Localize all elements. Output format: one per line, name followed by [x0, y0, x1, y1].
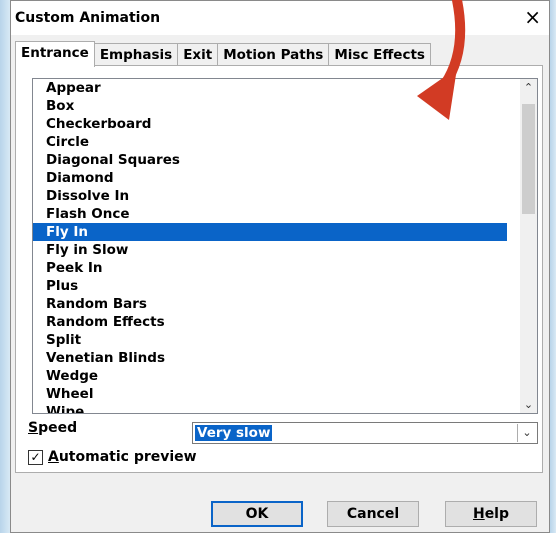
help-label-rest: elp — [484, 506, 510, 522]
effect-list-item[interactable]: Fly In — [33, 223, 507, 241]
effect-list-item[interactable]: Appear — [33, 79, 507, 97]
speed-label-rest: peed — [38, 420, 78, 436]
effect-list-item[interactable]: Flash Once — [33, 205, 507, 223]
speed-label-mnemonic: S — [28, 420, 39, 436]
tab-exit[interactable]: Exit — [177, 43, 219, 66]
title-bar: Custom Animation × — [11, 1, 549, 35]
automatic-preview-label-rest: utomatic preview — [58, 449, 197, 465]
speed-label: Speed — [28, 420, 77, 436]
scrollbar-thumb[interactable] — [522, 104, 535, 214]
effect-list-item[interactable]: Split — [33, 331, 507, 349]
close-icon[interactable]: × — [524, 7, 541, 27]
tab-panel: Appear Box Checkerboard Circle Diagonal Squa… — [15, 65, 543, 473]
tab-motion-paths[interactable]: Motion Paths — [217, 43, 330, 66]
effects-listbox[interactable]: Appear Box Checkerboard Circle Diagonal Squa… — [32, 78, 538, 414]
cancel-button[interactable]: Cancel — [327, 501, 419, 527]
ok-button[interactable]: OK — [211, 501, 303, 527]
effect-list-item[interactable]: Wedge — [33, 367, 507, 385]
scroll-up-icon[interactable]: ⌃ — [520, 79, 537, 96]
help-button[interactable]: Help — [445, 501, 537, 527]
chevron-down-icon[interactable]: ⌄ — [517, 424, 536, 442]
background-strip-left — [0, 0, 10, 533]
effect-list-item[interactable]: Diamond — [33, 169, 507, 187]
speed-select[interactable]: Very slow ⌄ — [192, 422, 538, 444]
effect-list-item[interactable]: Venetian Blinds — [33, 349, 507, 367]
automatic-preview-mnemonic: A — [48, 449, 59, 465]
automatic-preview-checkbox[interactable]: ✓ — [28, 450, 43, 465]
effect-list-item[interactable]: Checkerboard — [33, 115, 507, 133]
effect-list-item[interactable]: Circle — [33, 133, 507, 151]
scroll-down-icon[interactable]: ⌄ — [520, 396, 537, 413]
effect-list-item[interactable]: Plus — [33, 277, 507, 295]
tab-entrance[interactable]: Entrance — [15, 41, 95, 67]
effect-list-item[interactable]: Random Bars — [33, 295, 507, 313]
effect-list-item[interactable]: Box — [33, 97, 507, 115]
effect-list-item[interactable]: Wheel — [33, 385, 507, 403]
effect-list-item[interactable]: Fly in Slow — [33, 241, 507, 259]
effect-list-item[interactable]: Random Effects — [33, 313, 507, 331]
tab-emphasis[interactable]: Emphasis — [93, 43, 179, 66]
speed-value: Very slow — [195, 425, 273, 441]
effect-list-item[interactable]: Diagonal Squares — [33, 151, 507, 169]
effects-list: Appear Box Checkerboard Circle Diagonal Squa… — [33, 79, 507, 413]
effect-list-item[interactable]: Dissolve In — [33, 187, 507, 205]
effect-list-item[interactable]: Peek In — [33, 259, 507, 277]
vertical-scrollbar[interactable]: ⌃ ⌄ — [520, 79, 537, 413]
effect-list-item[interactable]: Wipe — [33, 403, 507, 413]
dialog-title: Custom Animation — [15, 10, 161, 26]
custom-animation-dialog: Custom Animation × Entrance Emphasis Exi… — [10, 0, 550, 533]
help-mnemonic: H — [472, 506, 485, 522]
tab-misc-effects[interactable]: Misc Effects — [328, 43, 431, 66]
automatic-preview-label[interactable]: Automatic preview — [48, 449, 197, 465]
background-strip-right — [550, 0, 556, 533]
tab-strip: Entrance Emphasis Exit Motion Paths Misc… — [15, 41, 431, 67]
